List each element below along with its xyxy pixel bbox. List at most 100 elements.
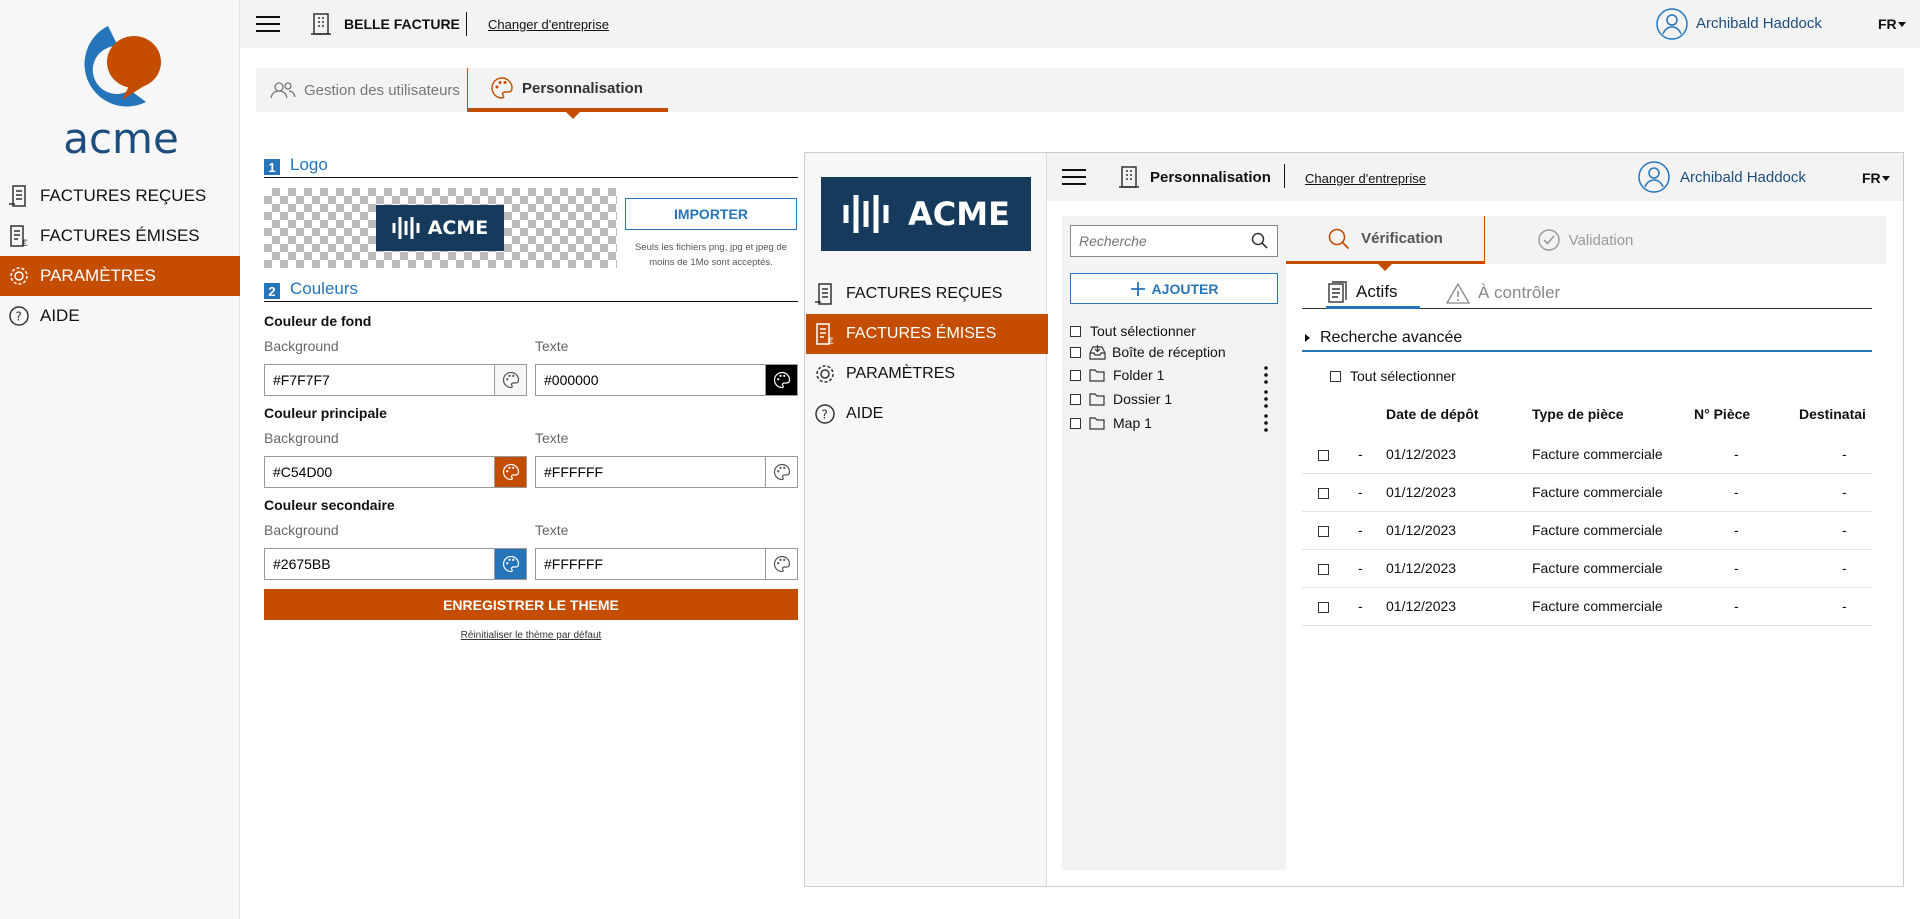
column-header[interactable]: Type de pièce bbox=[1532, 406, 1624, 422]
add-button[interactable]: AJOUTER bbox=[1070, 273, 1278, 304]
background-color-field[interactable] bbox=[264, 364, 527, 396]
more-options-icon[interactable] bbox=[1264, 390, 1268, 408]
preview-nav-factures-emises[interactable]: € FACTURES ÉMISES bbox=[806, 314, 1048, 354]
svg-text:€: € bbox=[22, 239, 28, 248]
step-validation[interactable]: Validation bbox=[1486, 216, 1684, 264]
help-icon: ? bbox=[815, 404, 835, 424]
background-color-input[interactable] bbox=[265, 366, 494, 394]
tree-item-label: Map 1 bbox=[1113, 415, 1152, 431]
column-header[interactable]: Destinatai bbox=[1799, 406, 1866, 422]
preview-nav-factures-recues[interactable]: FACTURES REÇUES bbox=[806, 274, 1048, 314]
tab-gestion-utilisateurs[interactable]: Gestion des utilisateurs bbox=[270, 68, 476, 112]
color-picker-button[interactable] bbox=[765, 549, 797, 579]
checkbox[interactable] bbox=[1070, 325, 1081, 337]
table-select-all[interactable]: Tout sélectionner bbox=[1330, 368, 1456, 384]
subtab-a-controler[interactable]: À contrôler bbox=[1446, 277, 1560, 309]
tree-item-folder-1[interactable]: Folder 1 bbox=[1070, 364, 1164, 386]
step-divider bbox=[1484, 216, 1485, 264]
color-picker-button[interactable] bbox=[494, 457, 526, 487]
sidebar-item-aide[interactable]: ? AIDE bbox=[0, 296, 240, 336]
background-color-input[interactable] bbox=[265, 550, 494, 578]
checkbox[interactable] bbox=[1070, 346, 1081, 358]
hamburger-menu-icon[interactable] bbox=[1062, 168, 1086, 186]
step-verification[interactable]: Vérification bbox=[1286, 216, 1484, 264]
checkbox[interactable] bbox=[1070, 369, 1081, 381]
checkbox[interactable] bbox=[1318, 526, 1329, 537]
cell-type: Facture commerciale bbox=[1532, 522, 1663, 538]
change-company-link[interactable]: Changer d'entreprise bbox=[488, 17, 609, 32]
text-color-field[interactable] bbox=[535, 364, 798, 396]
sidebar-item-factures-emises[interactable]: € FACTURES ÉMISES bbox=[0, 216, 240, 256]
sidebar-item-label: FACTURES REÇUES bbox=[40, 186, 207, 205]
user-name[interactable]: Archibald Haddock bbox=[1696, 15, 1822, 32]
column-header[interactable]: Date de dépôt bbox=[1386, 406, 1479, 422]
cell-type: Facture commerciale bbox=[1532, 598, 1663, 614]
user-avatar-icon[interactable] bbox=[1638, 161, 1670, 193]
sidebar-item-factures-recues[interactable]: FACTURES REÇUES bbox=[0, 176, 240, 216]
hamburger-menu-icon[interactable] bbox=[256, 14, 280, 34]
preview-language-selector[interactable]: FR bbox=[1862, 170, 1881, 186]
preview-nav-aide[interactable]: ? AIDE bbox=[806, 394, 1048, 434]
preview-change-company-link[interactable]: Changer d'entreprise bbox=[1305, 171, 1426, 186]
cell-number: - bbox=[1734, 446, 1739, 462]
tree-select-all[interactable]: Tout sélectionner bbox=[1070, 320, 1196, 342]
color-picker-button[interactable] bbox=[494, 365, 526, 395]
cell: - bbox=[1358, 522, 1363, 538]
table-row[interactable]: - 01/12/2023 Facture commerciale - - bbox=[1302, 550, 1872, 588]
more-options-icon[interactable] bbox=[1264, 366, 1268, 384]
tree-item-map-1[interactable]: Map 1 bbox=[1070, 412, 1152, 434]
cell-recipient: - bbox=[1842, 598, 1847, 614]
checkbox[interactable] bbox=[1330, 370, 1341, 382]
tree-item-inbox[interactable]: Boîte de réception bbox=[1070, 341, 1226, 363]
caret-right-icon bbox=[1305, 334, 1310, 342]
preview-logo: ACME bbox=[821, 177, 1031, 251]
background-color-field[interactable] bbox=[264, 548, 527, 580]
table-row[interactable]: - 01/12/2023 Facture commerciale - - bbox=[1302, 436, 1872, 474]
hint-line: Seuls les fichiers png, jpg et jpeg de bbox=[634, 242, 788, 253]
advanced-search-toggle[interactable]: Recherche avancée bbox=[1302, 326, 1872, 352]
cell: - bbox=[1358, 598, 1363, 614]
preview-search-field[interactable] bbox=[1070, 225, 1278, 257]
text-color-field[interactable] bbox=[535, 456, 798, 488]
sidebar-item-parametres[interactable]: PARAMÈTRES bbox=[0, 256, 240, 296]
checkbox[interactable] bbox=[1318, 488, 1329, 499]
more-options-icon[interactable] bbox=[1264, 414, 1268, 432]
color-picker-button[interactable] bbox=[494, 549, 526, 579]
checkbox[interactable] bbox=[1318, 602, 1329, 613]
divider bbox=[1284, 164, 1285, 188]
color-picker-button[interactable] bbox=[765, 365, 797, 395]
checkbox[interactable] bbox=[1070, 417, 1081, 429]
table-row[interactable]: - 01/12/2023 Facture commerciale - - bbox=[1302, 588, 1872, 626]
language-selector[interactable]: FR bbox=[1878, 16, 1897, 32]
text-color-input[interactable] bbox=[536, 458, 765, 486]
save-theme-button[interactable]: ENREGISTRER LE THEME bbox=[264, 589, 798, 620]
checkbox[interactable] bbox=[1070, 393, 1081, 405]
text-label: Texte bbox=[535, 338, 569, 354]
reset-theme-link[interactable]: Réinitialiser le thème par défaut bbox=[264, 630, 798, 641]
color-group-title: Couleur de fond bbox=[264, 313, 372, 329]
palette-icon bbox=[491, 77, 513, 99]
search-icon[interactable] bbox=[1251, 232, 1269, 250]
checkbox[interactable] bbox=[1318, 564, 1329, 575]
acme-bars-icon bbox=[392, 217, 420, 239]
checkbox[interactable] bbox=[1318, 450, 1329, 461]
user-avatar-icon[interactable] bbox=[1656, 8, 1688, 40]
chevron-down-icon bbox=[1898, 22, 1906, 27]
preview-user-name[interactable]: Archibald Haddock bbox=[1680, 169, 1806, 186]
background-color-field[interactable] bbox=[264, 456, 527, 488]
column-header[interactable]: N° Pièce bbox=[1694, 406, 1750, 422]
background-color-input[interactable] bbox=[265, 458, 494, 486]
color-picker-button[interactable] bbox=[765, 457, 797, 487]
plus-icon bbox=[1130, 281, 1145, 296]
text-color-field[interactable] bbox=[535, 548, 798, 580]
text-color-input[interactable] bbox=[536, 366, 765, 394]
subtab-actifs[interactable]: Actifs bbox=[1326, 277, 1420, 309]
preview-search-input[interactable] bbox=[1071, 227, 1251, 255]
text-color-input[interactable] bbox=[536, 550, 765, 578]
import-button[interactable]: IMPORTER bbox=[625, 198, 797, 230]
preview-nav-parametres[interactable]: PARAMÈTRES bbox=[806, 354, 1048, 394]
table-row[interactable]: - 01/12/2023 Facture commerciale - - bbox=[1302, 474, 1872, 512]
tab-personnalisation[interactable]: Personnalisation bbox=[468, 68, 668, 112]
table-row[interactable]: - 01/12/2023 Facture commerciale - - bbox=[1302, 512, 1872, 550]
tree-item-dossier-1[interactable]: Dossier 1 bbox=[1070, 388, 1172, 410]
